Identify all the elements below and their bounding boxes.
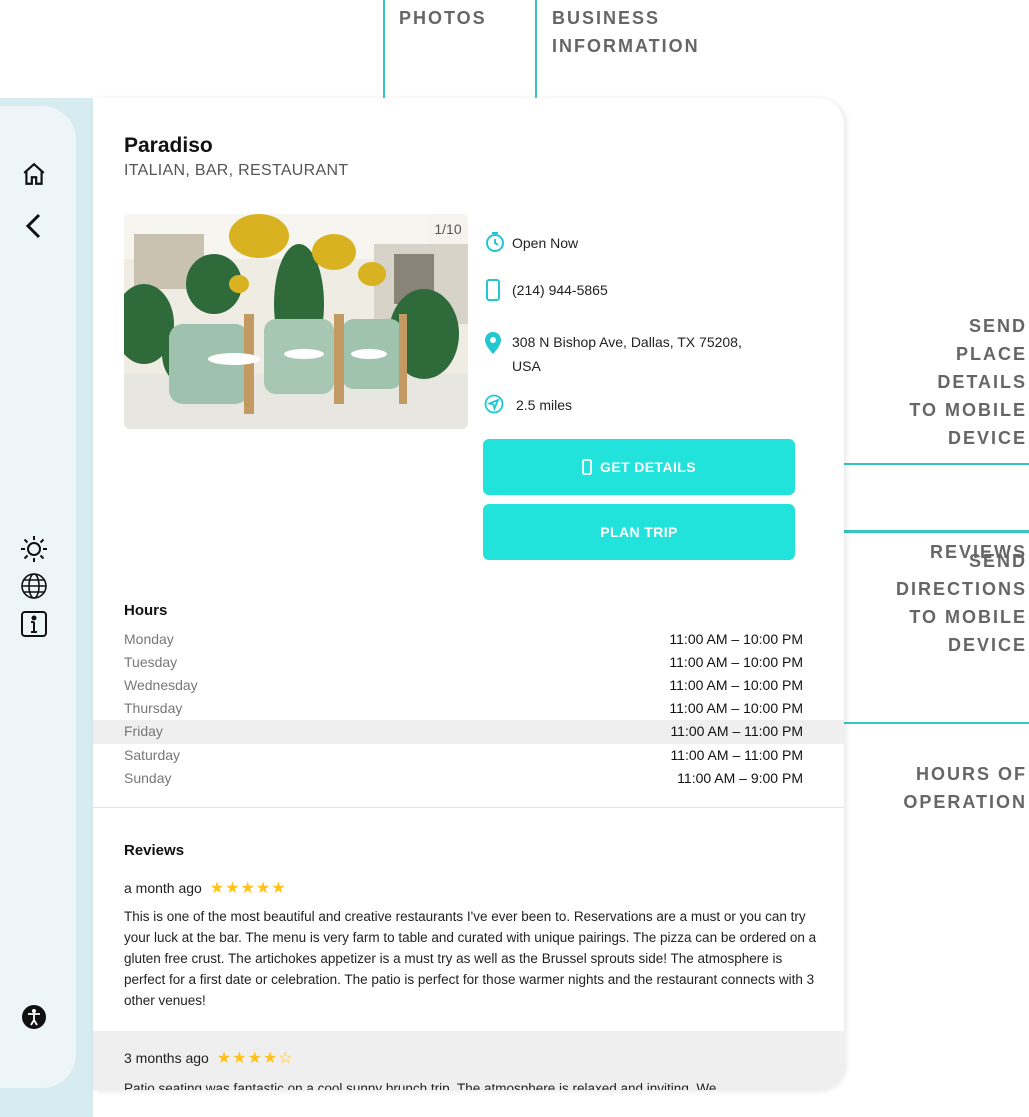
hours-bracket-horizontal [818,722,1029,724]
hours-time: 11:00 AM – 11:00 PM [670,723,803,739]
chevron-left-icon[interactable] [16,208,52,244]
hours-time: 11:00 AM – 10:00 PM [669,677,803,693]
hours-time: 11:00 AM – 9:00 PM [677,770,803,786]
review-header: a month ago ★★★★★ [124,878,287,898]
review-text: This is one of the most beautiful and cr… [124,909,817,1008]
phone-number[interactable]: (214) 944-5865 [512,282,608,298]
place-details-card: Paradiso ITALIAN, BAR, RESTAURANT 1/10 O… [93,98,844,1090]
hours-row-today: Friday 11:00 AM – 11:00 PM [93,720,844,744]
globe-icon[interactable] [16,568,52,604]
hours-row: Wednesday 11:00 AM – 10:00 PM [93,674,844,698]
side-rail [0,106,76,1088]
hours-day: Wednesday [124,677,198,693]
plan-trip-label: PLAN TRIP [600,524,678,540]
review-text-truncated: Patio seating was fantastic on a cool su… [124,1081,717,1090]
hours-day: Thursday [124,700,183,716]
reviews-line [826,531,1029,533]
phone-icon [485,278,501,307]
business-annotation-label-2: INFORMATION [552,36,700,56]
info-icon[interactable] [16,606,52,642]
business-annotation-label-1: BUSINESS [552,8,661,28]
restaurant-interior-image [124,214,468,429]
send-place-annotation: SEND PLACE DETAILS TO MOBILE DEVICE [909,316,1027,448]
hours-row: Saturday 11:00 AM – 11:00 PM [93,744,844,768]
place-name: Paradiso [124,134,213,157]
reviews-heading: Reviews [124,842,185,859]
distance: 2.5 miles [516,397,573,413]
star-rating-icon: ★★★★★ [209,880,287,897]
get-details-button[interactable]: GET DETAILS [483,439,795,495]
place-photo[interactable]: 1/10 [124,214,468,429]
hours-day: Tuesday [124,654,178,670]
plan-trip-button[interactable]: PLAN TRIP [483,504,795,560]
open-status: Open Now [512,235,579,251]
divider [93,807,844,808]
hours-day: Saturday [124,747,181,763]
get-details-label: GET DETAILS [600,459,696,475]
photo-counter: 1/10 [428,214,468,244]
hours-time: 11:00 AM – 10:00 PM [669,631,803,647]
hours-row: Sunday 11:00 AM – 9:00 PM [93,767,844,791]
hours-time: 11:00 AM – 11:00 PM [670,747,803,763]
clock-icon [484,231,506,258]
address-line-2: USA [512,358,541,374]
star-rating-icon: ★★★★ [216,1050,279,1067]
hours-time: 11:00 AM – 10:00 PM [669,700,803,716]
sun-icon[interactable] [16,531,52,567]
hours-table: Monday 11:00 AM – 10:00 PM Tuesday 11:00 A… [93,628,844,798]
review-date: a month ago [124,880,202,896]
hours-row: Monday 11:00 AM – 10:00 PM [93,628,844,652]
empty-star-icon: ☆ [278,1050,294,1067]
review-header: 3 months ago ★★★★☆ [124,1048,294,1068]
phone-icon [582,459,592,475]
hours-day: Friday [124,723,163,739]
hours-row: Tuesday 11:00 AM – 10:00 PM [93,651,844,675]
photos-annotation-label: PHOTOS [399,8,487,28]
hours-row: Thursday 11:00 AM – 10:00 PM [93,697,844,721]
hours-day: Sunday [124,770,172,786]
hours-annotation: HOURS OF OPERATION [903,764,1027,812]
hours-title: Hours [124,602,168,619]
address-line-1: 308 N Bishop Ave, Dallas, TX 75208, [512,334,742,350]
place-categories: ITALIAN, BAR, RESTAURANT [124,162,349,179]
hours-day: Monday [124,631,174,647]
accessibility-icon[interactable] [16,999,52,1035]
map-pin-icon [484,331,502,360]
hours-time: 11:00 AM – 10:00 PM [669,654,803,670]
home-icon[interactable] [16,156,52,192]
review-date: 3 months ago [124,1050,209,1066]
reviews-annotation-label: REVIEWS [929,542,1027,562]
navigation-icon [484,394,504,419]
